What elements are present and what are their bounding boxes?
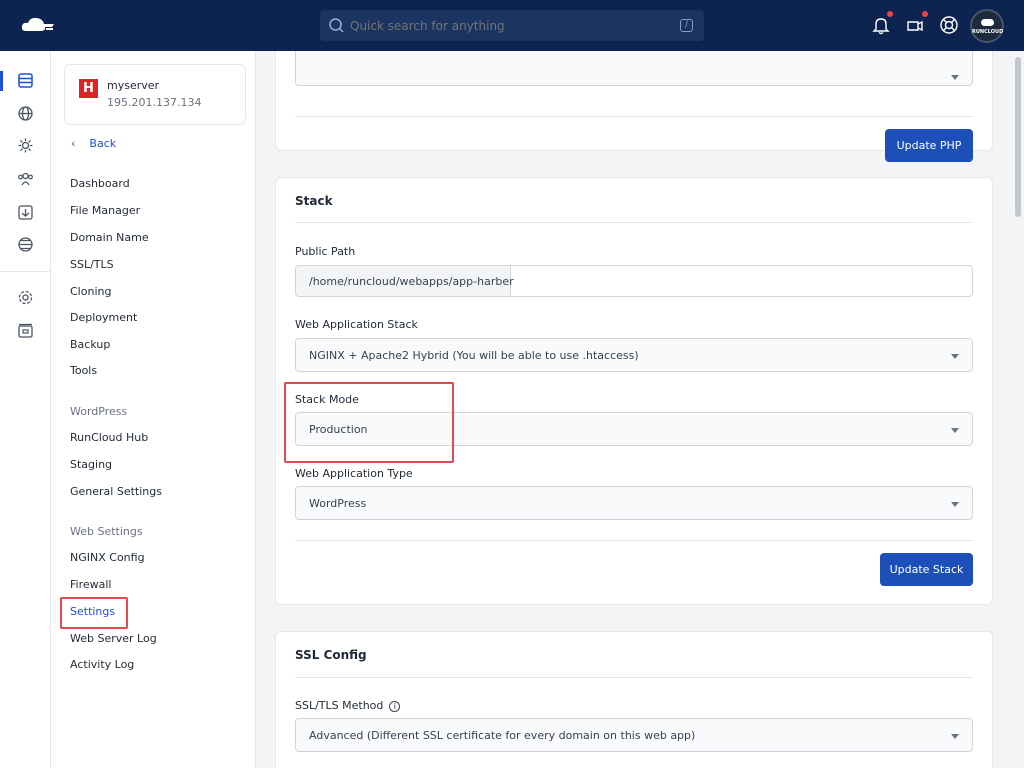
sidebar-item-backup[interactable]: Backup: [70, 338, 110, 351]
avatar-cloud-icon: [981, 19, 994, 26]
icon-rail: [0, 51, 51, 768]
team-icon[interactable]: [17, 171, 34, 188]
sidebar-item-runcloud-hub[interactable]: RunCloud Hub: [70, 431, 148, 444]
search-icon: [329, 18, 344, 33]
ssl-method-select[interactable]: Advanced (Different SSL certificate for …: [295, 718, 973, 752]
web-app-stack-select[interactable]: NGINX + Apache2 Hybrid (You will be able…: [295, 338, 973, 372]
php-card-divider: [295, 116, 973, 117]
sidebar-item-nginx-config[interactable]: NGINX Config: [70, 551, 145, 564]
search-input[interactable]: [350, 10, 670, 41]
runcloud-logo[interactable]: [20, 14, 56, 36]
update-stack-button[interactable]: Update Stack: [880, 553, 973, 586]
rail-active-indicator: [0, 71, 3, 91]
web-app-type-select[interactable]: WordPress: [295, 486, 973, 520]
ssl-method-label: SSL/TLS Method: [295, 699, 384, 712]
globe-icon[interactable]: [17, 105, 34, 122]
scrollbar-thumb[interactable]: [1015, 57, 1021, 217]
sidebar-item-firewall[interactable]: Firewall: [70, 578, 111, 591]
sidebar-item-cloning[interactable]: Cloning: [70, 285, 111, 298]
hetzner-logo-icon: H: [79, 79, 98, 98]
sidebar-item-tools[interactable]: Tools: [70, 364, 97, 377]
announcement-dot: [922, 11, 928, 17]
search-shortcut-key: /: [680, 19, 693, 32]
stack-mode-highlight-box: [284, 382, 454, 463]
ssl-card-title: SSL Config: [295, 648, 367, 662]
update-php-button[interactable]: Update PHP: [885, 129, 973, 162]
ssl-method-label-row: SSL/TLS Method i: [295, 699, 401, 712]
sidebar-item-staging[interactable]: Staging: [70, 458, 112, 471]
sidebar-item-dashboard[interactable]: Dashboard: [70, 177, 130, 190]
top-navbar: / RUNCLOUD: [0, 0, 1024, 51]
web-app-stack-label: Web Application Stack: [295, 318, 418, 331]
sidebar-item-general-settings[interactable]: General Settings: [70, 485, 162, 498]
php-card: Update PHP: [275, 51, 993, 162]
back-link[interactable]: ‹ Back: [71, 137, 116, 150]
webapp-sidebar: H myserver 195.201.137.134 ‹ Back Dashboa…: [51, 51, 256, 768]
sidebar-item-domain-name[interactable]: Domain Name: [70, 231, 149, 244]
sidebar-item-deployment[interactable]: Deployment: [70, 311, 137, 324]
cog-icon[interactable]: [17, 137, 34, 154]
avatar-label: RUNCLOUD: [972, 29, 1004, 35]
sidebar-heading-web-settings: Web Settings: [70, 525, 143, 538]
server-name: myserver: [107, 79, 160, 92]
bell-icon[interactable]: [871, 15, 891, 35]
ssl-card: SSL Config SSL/TLS Method i Advanced (Dif…: [275, 631, 993, 768]
ssl-title-divider: [295, 677, 973, 678]
user-avatar[interactable]: RUNCLOUD: [970, 9, 1004, 43]
public-path-field: /home/runcloud/webapps/app-harber: [295, 265, 973, 297]
archive-icon[interactable]: [17, 322, 34, 339]
rail-divider: [0, 271, 51, 272]
quick-search[interactable]: /: [320, 10, 704, 41]
notification-dot: [887, 11, 893, 17]
stack-footer-divider: [295, 540, 973, 541]
public-path-prefix: /home/runcloud/webapps/app-harber: [296, 266, 514, 296]
sidebar-item-web-server-log[interactable]: Web Server Log: [70, 632, 157, 645]
servers-icon[interactable]: [17, 72, 34, 89]
network-icon[interactable]: [17, 236, 34, 253]
stack-title-divider: [295, 222, 973, 223]
web-app-type-value: WordPress: [309, 497, 367, 510]
backup-icon[interactable]: [17, 204, 34, 221]
sidebar-heading-wordpress: WordPress: [70, 405, 128, 418]
settings-highlight-box: [60, 597, 128, 629]
chevron-down-icon: [951, 734, 959, 739]
sidebar-item-activity-log[interactable]: Activity Log: [70, 658, 134, 671]
php-version-select[interactable]: [295, 51, 973, 86]
info-icon[interactable]: i: [389, 700, 401, 712]
sidebar-item-ssl-tls[interactable]: SSL/TLS: [70, 258, 114, 271]
back-label: Back: [89, 137, 117, 150]
ssl-method-value: Advanced (Different SSL certificate for …: [309, 729, 696, 742]
chevron-down-icon: [951, 354, 959, 359]
sidebar-item-file-manager[interactable]: File Manager: [70, 204, 140, 217]
chevron-left-icon: ‹: [71, 137, 76, 150]
announcement-icon[interactable]: [905, 15, 925, 35]
public-path-label: Public Path: [295, 245, 356, 258]
chevron-down-icon: [951, 75, 959, 80]
help-icon[interactable]: [939, 15, 959, 35]
stack-card-title: Stack: [295, 194, 333, 208]
public-path-input[interactable]: [512, 266, 972, 296]
server-ip: 195.201.137.134: [107, 96, 202, 109]
chevron-down-icon: [951, 502, 959, 507]
web-app-stack-value: NGINX + Apache2 Hybrid (You will be able…: [309, 349, 639, 362]
page-scrollbar[interactable]: [1012, 51, 1024, 768]
server-card[interactable]: H myserver 195.201.137.134: [64, 64, 246, 125]
web-app-type-label: Web Application Type: [295, 467, 413, 480]
main-content: Update PHP Stack Public Path /home/runcl…: [256, 51, 1012, 768]
settings-icon[interactable]: [17, 289, 34, 306]
chevron-down-icon: [951, 428, 959, 433]
